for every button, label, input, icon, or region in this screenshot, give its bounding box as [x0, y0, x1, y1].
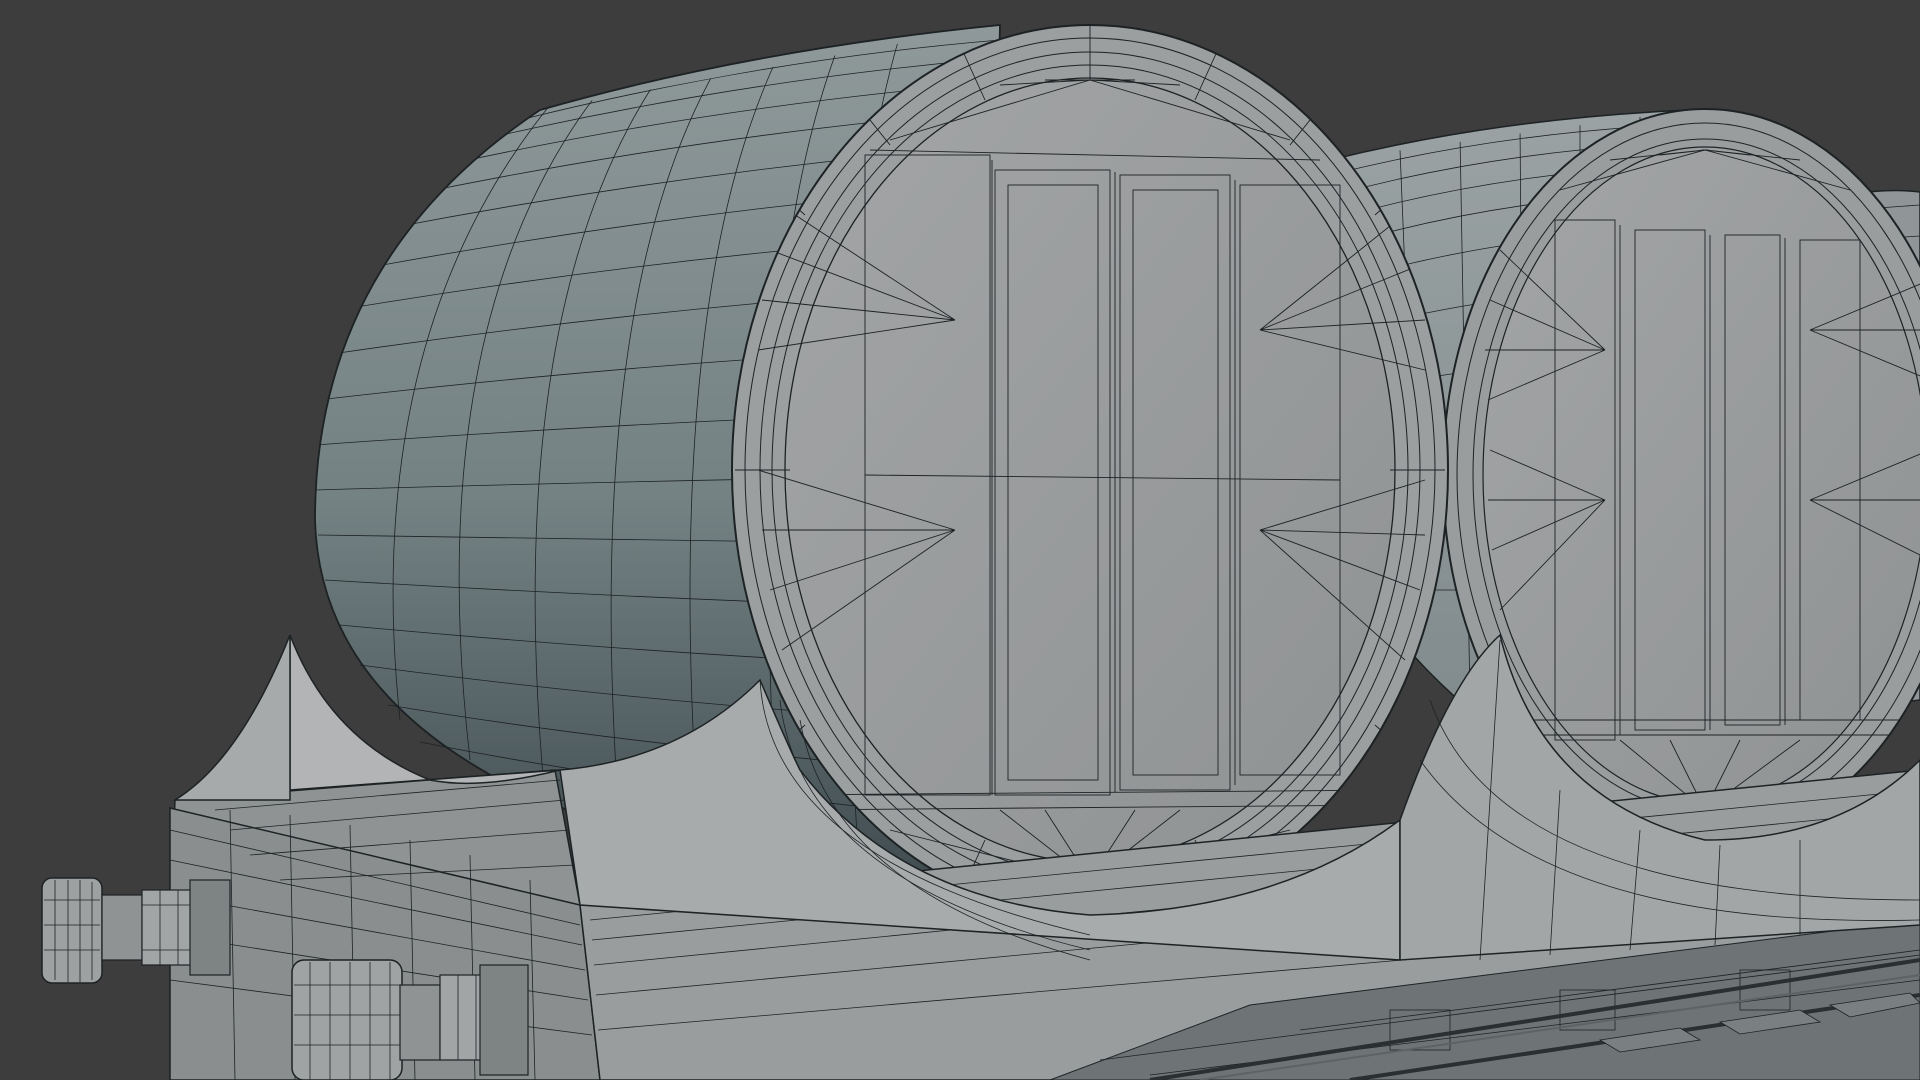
- tank-1-end-cap[interactable]: [731, 24, 1449, 916]
- 3d-viewport[interactable]: [0, 0, 1920, 1080]
- wireframe-scene: [41, 24, 1920, 1080]
- buffer-left[interactable]: [41, 877, 231, 984]
